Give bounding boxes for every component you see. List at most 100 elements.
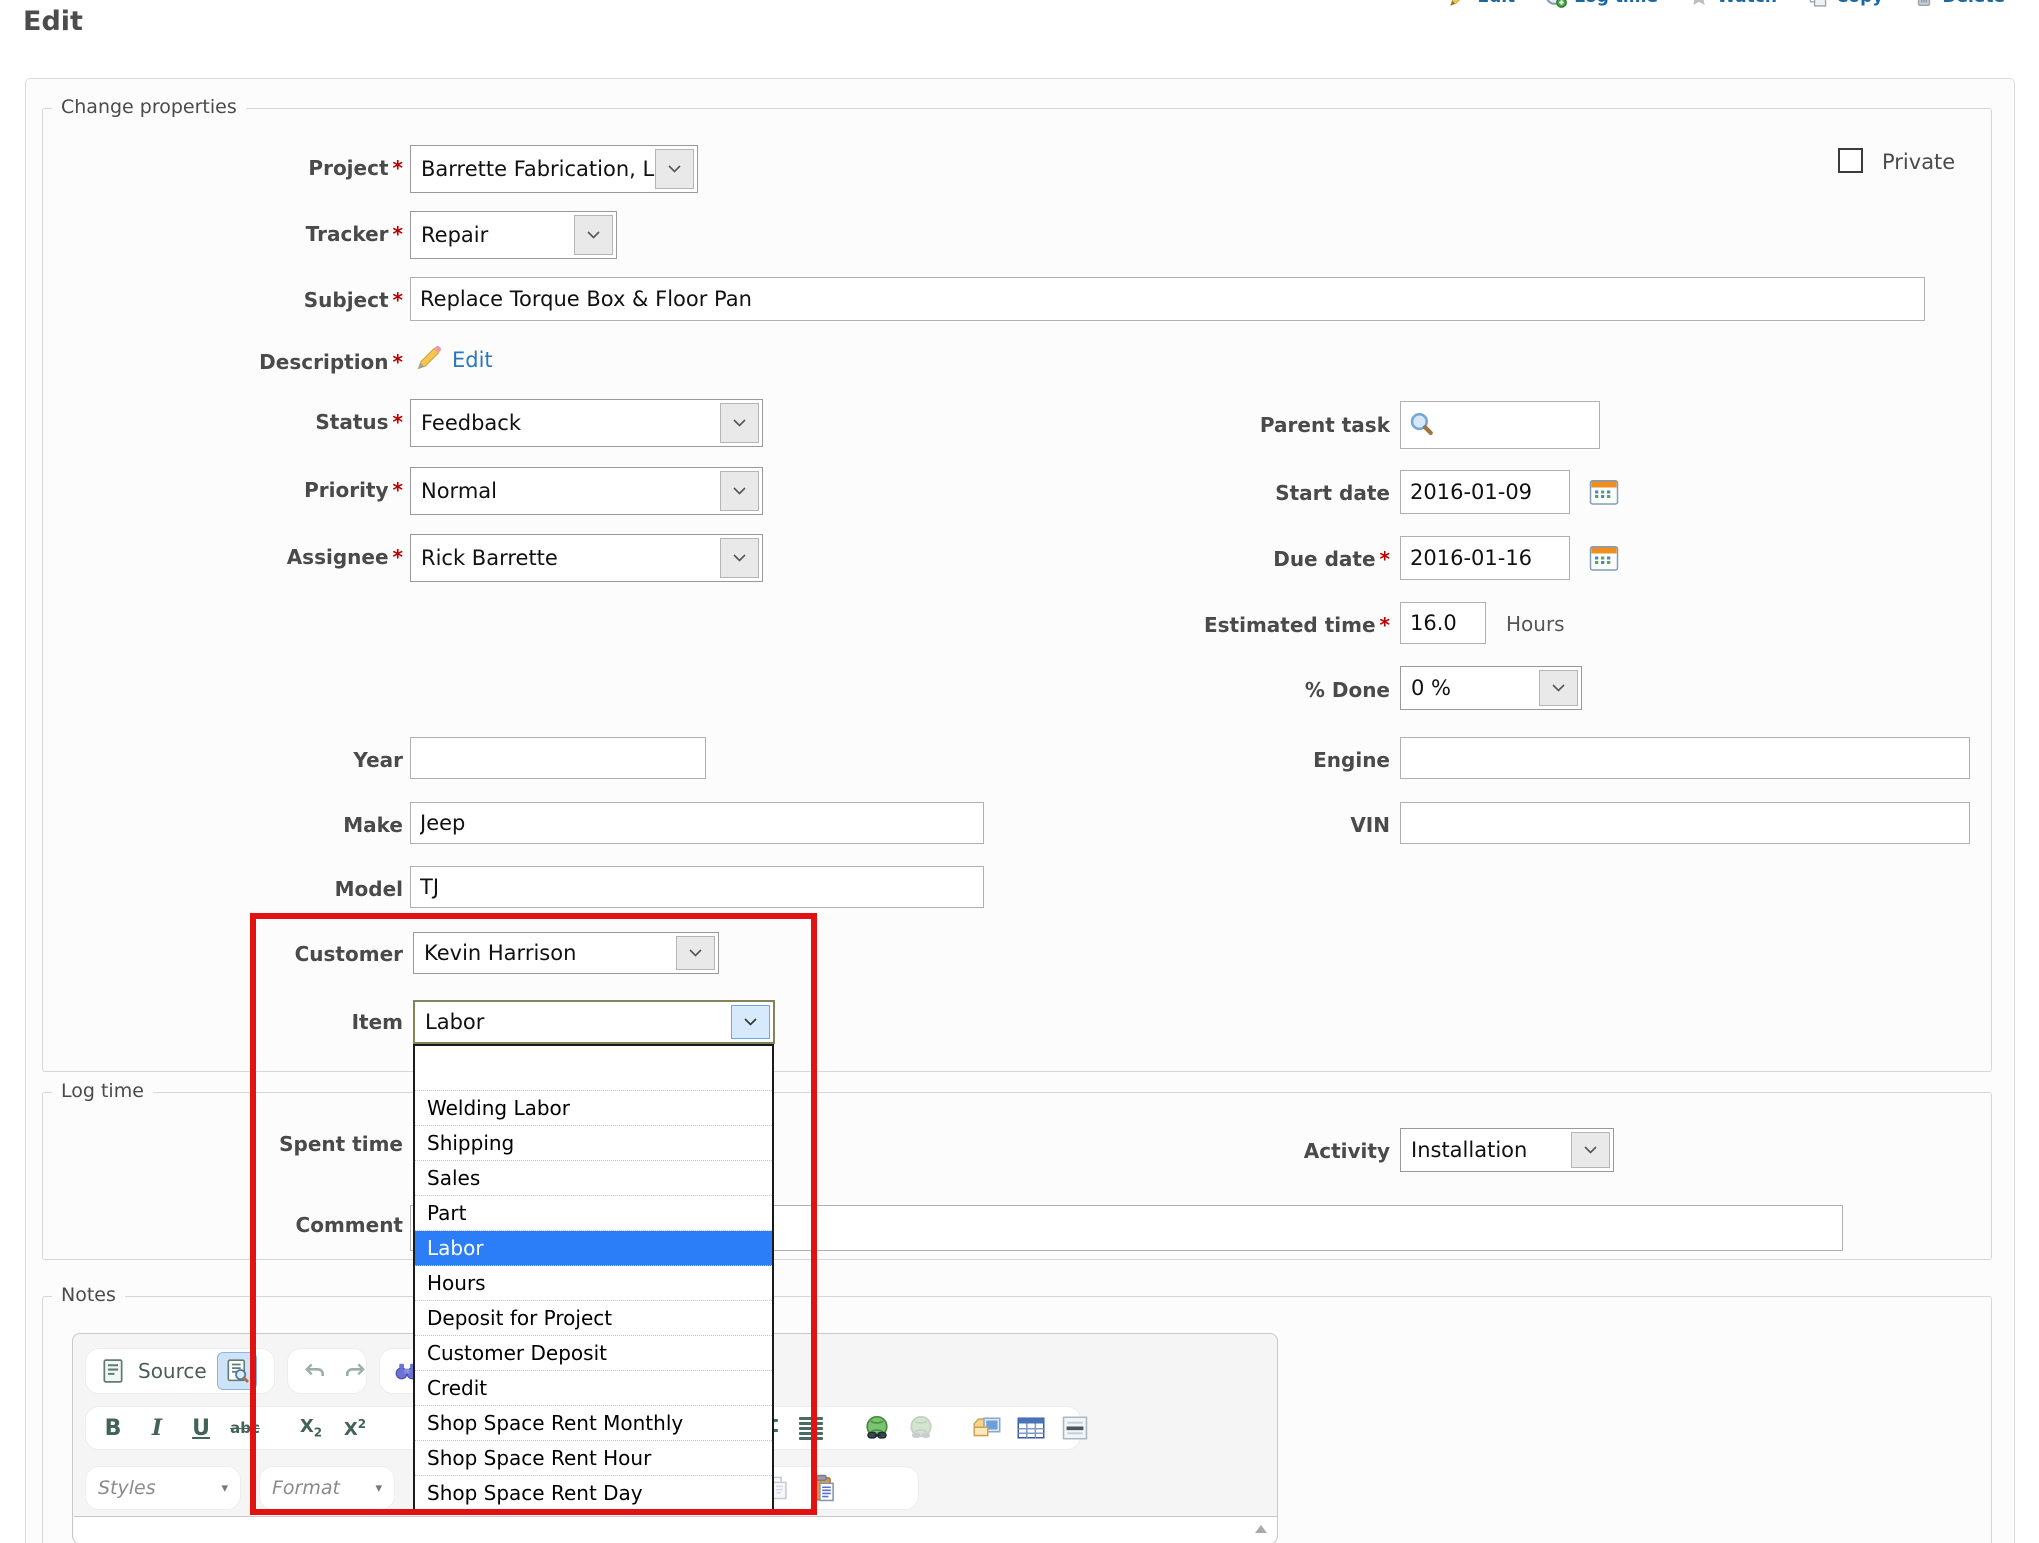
estimated-time-label: Estimated time* [988,613,1390,637]
dropdown-option[interactable] [415,1046,772,1091]
dropdown-arrow-icon: ▾ [221,1481,228,1496]
dropdown-option[interactable]: Shop Space Rent Hour [415,1441,772,1476]
year-input[interactable] [410,737,706,779]
hours-suffix: Hours [1506,612,1565,636]
make-input[interactable] [410,802,984,844]
dropdown-option[interactable]: Hours [415,1266,772,1301]
item-label: Item [60,1010,403,1034]
context-watch-link[interactable]: Watch [1688,0,1777,8]
engine-input[interactable] [1400,737,1970,779]
magnifier-icon [1408,411,1434,441]
undo-icon [304,1362,326,1380]
strikethrough-button[interactable]: abc [230,1411,260,1445]
calendar-icon[interactable] [1589,544,1619,576]
activity-select[interactable]: Installation [1400,1128,1614,1172]
superscript-button[interactable]: X2 [340,1411,370,1445]
dropdown-option[interactable]: Part [415,1196,772,1231]
vin-input[interactable] [1400,802,1970,844]
source-button[interactable] [98,1354,128,1388]
year-label: Year [60,748,403,772]
tracker-select[interactable]: Repair [410,211,617,259]
unlink-icon [906,1414,936,1442]
chevron-down-icon [676,936,715,970]
image-icon [972,1415,1002,1441]
context-log-time-link[interactable]: Log time [1545,0,1658,8]
unlink-button[interactable] [906,1411,936,1445]
description-edit-link[interactable]: Edit [452,348,493,372]
model-input[interactable] [410,866,984,908]
status-select[interactable]: Feedback [410,399,763,447]
change-properties-fieldset [42,108,1992,1072]
estimated-time-input[interactable] [1400,602,1486,644]
chevron-down-icon [720,538,759,578]
priority-select[interactable]: Normal [410,467,763,515]
start-date-label: Start date [988,481,1390,505]
dropdown-option[interactable]: Shipping [415,1126,772,1161]
link-button[interactable] [862,1411,892,1445]
chevron-down-icon [1539,670,1578,706]
dropdown-option[interactable]: Shop Space Rent Monthly [415,1406,772,1441]
paste-button[interactable] [808,1471,838,1505]
blockquote-button[interactable] [796,1411,826,1445]
notes-legend: Notes [52,1284,125,1306]
activity-label: Activity [988,1139,1390,1163]
trash-icon [1913,0,1935,8]
underline-button[interactable]: U [186,1411,216,1445]
page-title: Edit [23,6,83,37]
context-delete-link[interactable]: Delete [1913,0,2005,8]
subscript-button[interactable]: X2 [296,1411,326,1445]
redo-button[interactable] [340,1354,370,1388]
preview-icon [225,1358,249,1384]
preview-button[interactable] [217,1352,257,1390]
styles-dropdown[interactable]: Styles ▾ [85,1466,241,1510]
table-button[interactable] [1016,1411,1046,1445]
item-dropdown-list: Welding Labor Shipping Sales Part Labor … [413,1044,774,1513]
calendar-icon[interactable] [1589,478,1619,510]
percent-done-select[interactable]: 0 % [1400,666,1582,710]
context-edit-link[interactable]: Edit [1448,0,1515,8]
format-dropdown[interactable]: Format ▾ [259,1466,395,1510]
customer-select[interactable]: Kevin Harrison [413,932,719,974]
scroll-up-icon[interactable] [1255,1525,1267,1533]
parent-task-label: Parent task [988,413,1390,437]
contextual-menu: Edit Log time Watch Copy Delete [1448,0,2005,8]
dropdown-option[interactable]: Credit [415,1371,772,1406]
undo-button[interactable] [300,1354,330,1388]
project-label: Project* [60,156,403,180]
status-label: Status* [60,410,403,434]
private-checkbox[interactable] [1838,148,1863,173]
link-icon [862,1414,892,1442]
vin-label: VIN [988,813,1390,837]
clock-add-icon [1545,0,1567,8]
dropdown-option-selected[interactable]: Labor [415,1231,772,1266]
change-properties-legend: Change properties [52,96,246,118]
log-time-legend: Log time [52,1080,153,1102]
image-button[interactable] [972,1411,1002,1445]
source-icon [101,1358,125,1384]
pencil-icon [1448,0,1470,8]
project-select[interactable]: Barrette Fabrication, LLC [410,145,698,193]
notes-content-area[interactable] [74,1516,1277,1543]
dropdown-option[interactable]: Welding Labor [415,1091,772,1126]
star-icon [1688,0,1710,8]
dropdown-option[interactable]: Sales [415,1161,772,1196]
chevron-down-icon [655,149,694,189]
chevron-down-icon [574,215,613,255]
due-date-label: Due date* [988,547,1390,571]
due-date-input[interactable] [1400,536,1570,580]
italic-button[interactable]: I [142,1411,172,1445]
subject-input[interactable] [410,277,1925,321]
item-select[interactable]: Labor [413,1000,775,1044]
bold-button[interactable]: B [98,1411,128,1445]
copy-icon [1807,0,1829,8]
make-label: Make [60,813,403,837]
assignee-select[interactable]: Rick Barrette [410,534,763,582]
context-copy-link[interactable]: Copy [1807,0,1883,8]
dropdown-option[interactable]: Deposit for Project [415,1301,772,1336]
dropdown-option[interactable]: Customer Deposit [415,1336,772,1371]
subject-label: Subject* [60,288,403,312]
horizontal-rule-button[interactable] [1060,1411,1090,1445]
start-date-input[interactable] [1400,470,1570,514]
dropdown-option[interactable]: Shop Space Rent Day [415,1476,772,1511]
assignee-label: Assignee* [60,545,403,569]
